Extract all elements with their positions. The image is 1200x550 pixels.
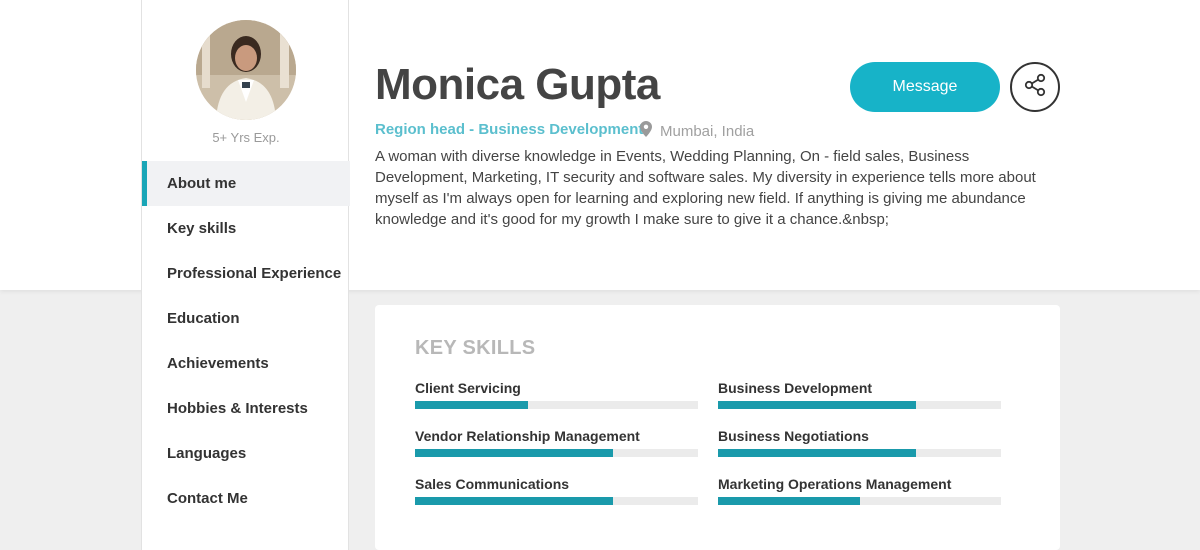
nav-item-achievements[interactable]: Achievements (142, 341, 350, 386)
skill-item: Client Servicing (415, 380, 698, 409)
key-skills-card: KEY SKILLS Client Servicing Business Dev… (375, 305, 1060, 550)
nav-item-contact-me[interactable]: Contact Me (142, 476, 350, 521)
avatar-image (196, 20, 296, 120)
skill-bar-fill (415, 449, 614, 457)
nav-item-languages[interactable]: Languages (142, 431, 350, 476)
sidebar: 5+ Yrs Exp. About me Key skills Professi… (141, 0, 350, 550)
skill-bar-fill (718, 401, 917, 409)
skill-item: Business Development (718, 380, 1001, 409)
skill-item: Vendor Relationship Management (415, 428, 698, 457)
skill-item: Marketing Operations Management (718, 476, 1001, 505)
experience-label: 5+ Yrs Exp. (212, 130, 280, 145)
skill-bar-fill (718, 449, 917, 457)
profile-role: Region head - Business Development (375, 121, 644, 138)
nav-item-education[interactable]: Education (142, 296, 350, 341)
nav-item-professional-experience[interactable]: Professional Experience (142, 251, 350, 296)
skill-bar-fill (718, 497, 860, 505)
profile-name: Monica Gupta (375, 60, 660, 109)
nav-item-key-skills[interactable]: Key skills (142, 206, 350, 251)
skill-bar-track (718, 497, 1001, 505)
skill-bar-fill (415, 497, 614, 505)
map-pin-icon (640, 121, 652, 141)
share-icon (1023, 73, 1047, 102)
avatar (196, 20, 296, 120)
nav-item-about-me[interactable]: About me (142, 161, 350, 206)
profile-location: Mumbai, India (640, 121, 754, 141)
skill-bar-track (415, 497, 698, 505)
skill-label: Marketing Operations Management (718, 476, 952, 492)
share-button[interactable] (1010, 62, 1060, 112)
nav-item-hobbies-interests[interactable]: Hobbies & Interests (142, 386, 350, 431)
skill-item: Sales Communications (415, 476, 698, 505)
message-button[interactable]: Message (850, 62, 1000, 112)
skill-item: Business Negotiations (718, 428, 1001, 457)
skill-label: Business Negotiations (718, 428, 869, 444)
location-text: Mumbai, India (660, 122, 755, 140)
skill-label: Client Servicing (415, 380, 521, 396)
skill-bar-track (718, 449, 1001, 457)
skill-label: Sales Communications (415, 476, 570, 492)
about-text: A woman with diverse knowledge in Events… (375, 148, 1036, 228)
skill-label: Business Development (718, 380, 873, 396)
skill-bar-track (718, 401, 1001, 409)
skill-bar-track (415, 401, 698, 409)
skill-label: Vendor Relationship Management (415, 428, 640, 444)
key-skills-title: KEY SKILLS (415, 337, 536, 359)
skill-bar-track (415, 449, 698, 457)
skill-bar-fill (415, 401, 529, 409)
profile-nav: About me Key skills Professional Experie… (142, 161, 350, 521)
